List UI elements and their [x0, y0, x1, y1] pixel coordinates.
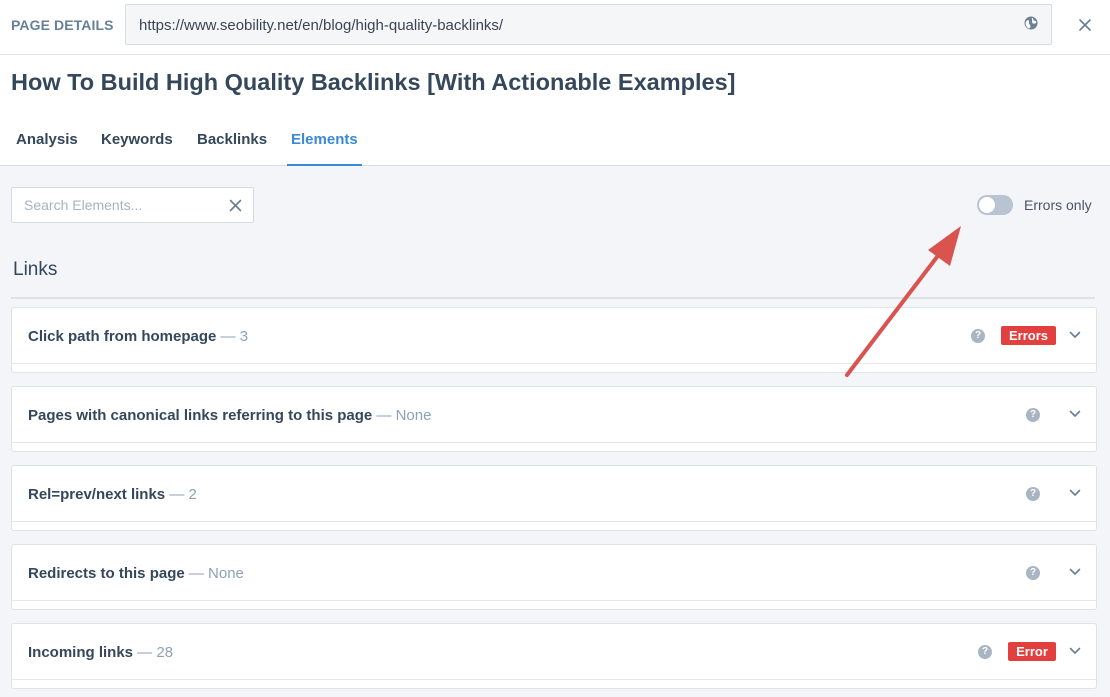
error-badge: Error — [1008, 642, 1056, 661]
help-icon[interactable]: ? — [1026, 566, 1040, 580]
search-input[interactable] — [24, 197, 219, 213]
help-icon[interactable]: ? — [1026, 487, 1040, 501]
errors-only-toggle[interactable] — [977, 195, 1013, 215]
card-title-text: Rel=prev/next links — [28, 486, 166, 503]
card-title-text: Pages with canonical links referring to … — [28, 407, 373, 424]
help-icon[interactable]: ? — [978, 645, 992, 659]
card-title: Click path from homepage — 3 — [28, 328, 248, 345]
card-count: — 2 — [165, 486, 197, 503]
tab-backlinks[interactable]: Backlinks — [197, 131, 267, 148]
card-title-text: Redirects to this page — [28, 565, 185, 582]
page-header: How To Build High Quality Backlinks [Wit… — [0, 55, 1110, 166]
card-title: Rel=prev/next links — 2 — [28, 486, 197, 503]
card-title: Pages with canonical links referring to … — [28, 407, 431, 424]
search-box — [11, 187, 254, 223]
page-title: How To Build High Quality Backlinks [Wit… — [11, 69, 736, 95]
card-title-text: Click path from homepage — [28, 328, 217, 345]
element-card-redirects[interactable]: Redirects to this page — None ? — [11, 544, 1097, 610]
card-footer — [12, 600, 1096, 609]
card-footer — [12, 442, 1096, 451]
element-card-incoming-links[interactable]: Incoming links — 28 ? Error — [11, 623, 1097, 689]
tab-analysis[interactable]: Analysis — [16, 131, 78, 148]
element-card-canonical[interactable]: Pages with canonical links referring to … — [11, 386, 1097, 452]
toggle-knob — [979, 197, 995, 213]
section-divider — [11, 297, 1095, 299]
active-tab-indicator — [287, 164, 362, 166]
url-field[interactable]: https://www.seobility.net/en/blog/high-q… — [125, 4, 1052, 45]
chevron-down-icon[interactable] — [1069, 567, 1081, 577]
card-count: — None — [372, 407, 432, 424]
page-details-label: PAGE DETAILS — [11, 17, 114, 33]
card-footer — [12, 679, 1096, 688]
chevron-down-icon[interactable] — [1069, 646, 1081, 656]
element-card-rel-prev-next[interactable]: Rel=prev/next links — 2 ? — [11, 465, 1097, 531]
card-count: — 3 — [216, 328, 249, 345]
card-footer — [12, 363, 1096, 372]
chevron-down-icon[interactable] — [1069, 488, 1081, 498]
card-count: — 28 — [133, 644, 174, 661]
chevron-down-icon[interactable] — [1069, 330, 1081, 340]
clear-search-icon[interactable] — [229, 199, 242, 212]
card-count: — None — [184, 565, 244, 582]
globe-icon[interactable] — [1024, 16, 1038, 30]
section-title: Links — [13, 259, 58, 280]
card-title-text: Incoming links — [28, 644, 134, 661]
page-details-bar: PAGE DETAILS https://www.seobility.net/e… — [0, 0, 1110, 55]
tab-elements[interactable]: Elements — [291, 131, 358, 148]
close-icon[interactable] — [1077, 17, 1093, 33]
element-card-click-path[interactable]: Click path from homepage — 3 ? Errors — [11, 307, 1097, 373]
tab-keywords[interactable]: Keywords — [101, 131, 173, 148]
errors-only-label: Errors only — [1024, 197, 1092, 213]
card-title: Incoming links — 28 — [28, 644, 173, 661]
help-icon[interactable]: ? — [971, 329, 985, 343]
card-title: Redirects to this page — None — [28, 565, 244, 582]
error-badge: Errors — [1001, 326, 1056, 345]
chevron-down-icon[interactable] — [1069, 409, 1081, 419]
help-icon[interactable]: ? — [1026, 408, 1040, 422]
url-text: https://www.seobility.net/en/blog/high-q… — [139, 17, 504, 34]
card-footer — [12, 521, 1096, 530]
